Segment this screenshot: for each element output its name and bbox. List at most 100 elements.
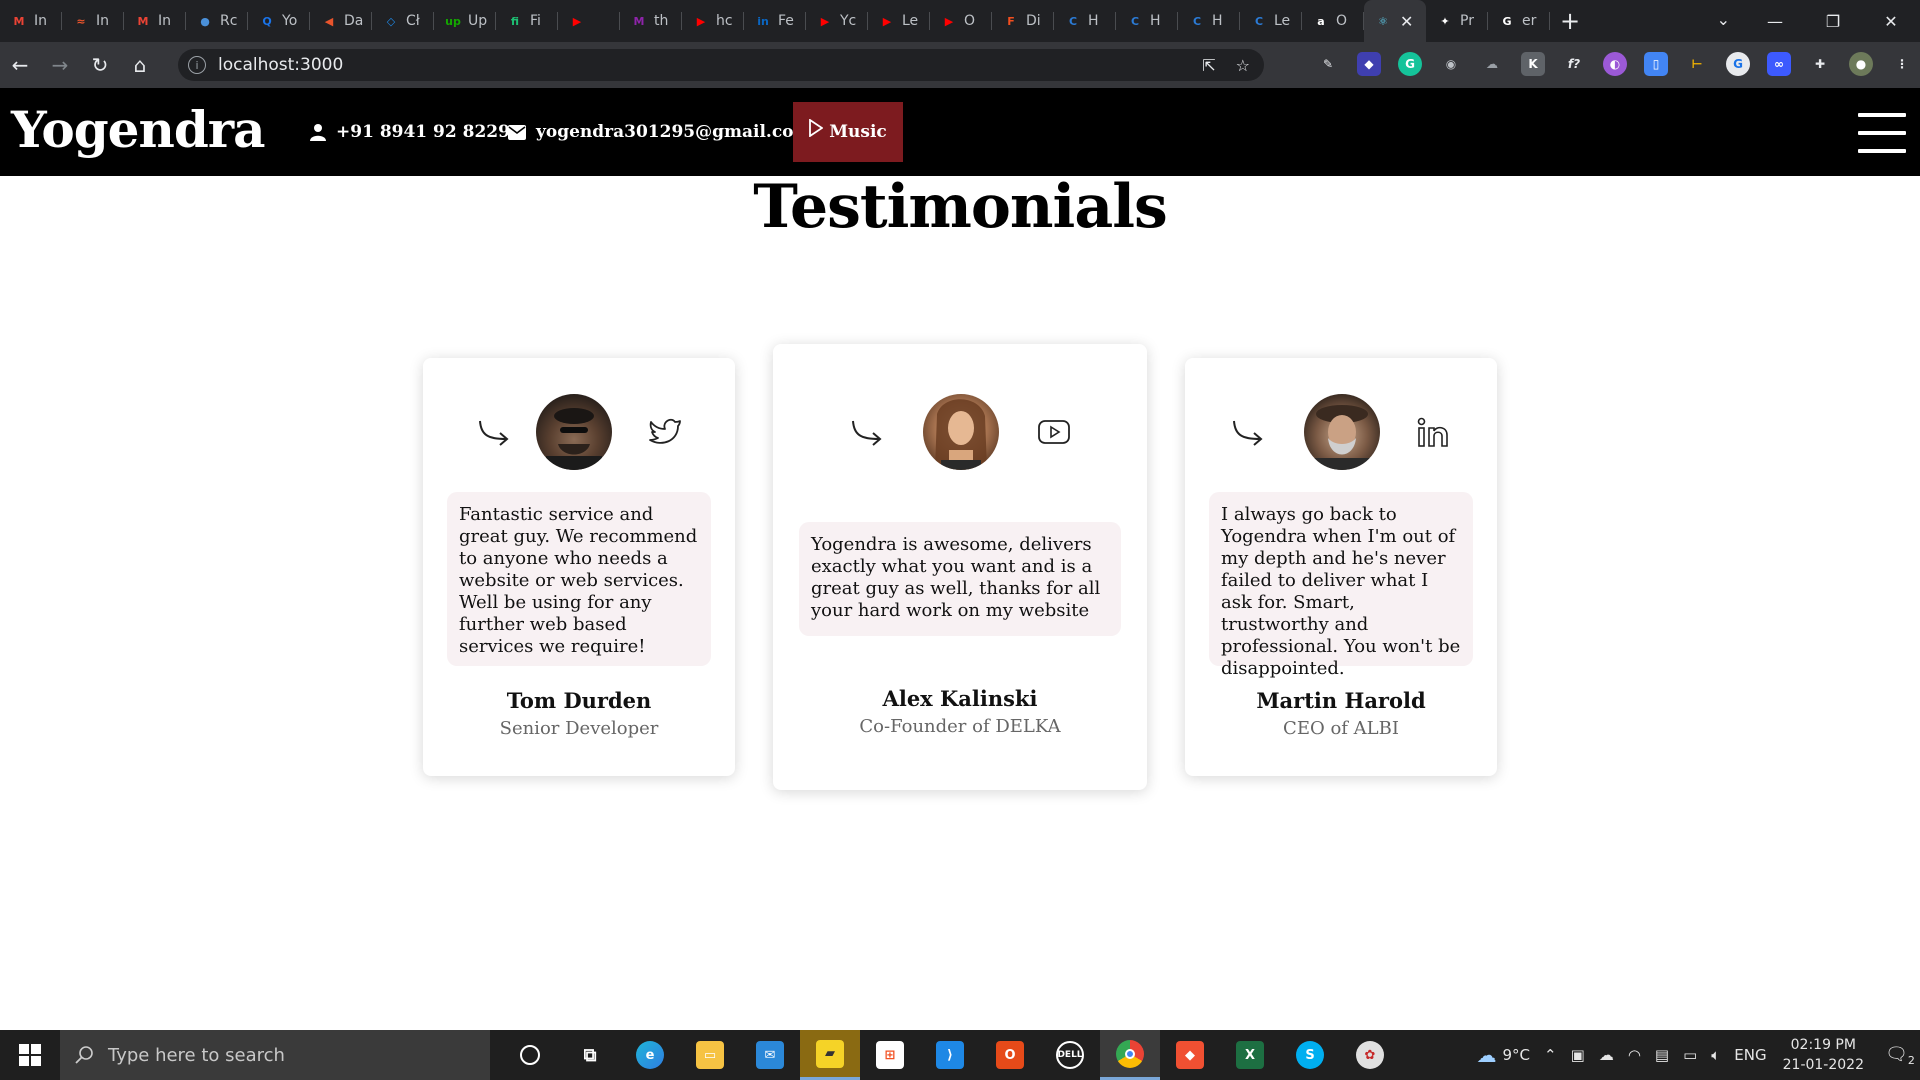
tray-chevron-icon[interactable]: ⌃	[1544, 1046, 1557, 1064]
youtube-icon[interactable]	[1037, 419, 1071, 445]
fx-extension-icon[interactable]: f?	[1562, 52, 1586, 76]
camera-extension-icon[interactable]: ◉	[1439, 52, 1463, 76]
browser-tab[interactable]: M In	[0, 0, 62, 42]
reload-icon[interactable]: ↻	[80, 45, 120, 85]
browser-tab[interactable]: ▶ O	[930, 0, 992, 42]
browser-tab[interactable]: Q Yo	[248, 0, 310, 42]
file-explorer-icon[interactable]: ▭	[680, 1030, 740, 1080]
c-icon: C	[1130, 14, 1140, 28]
display-icon[interactable]: ▤	[1655, 1046, 1669, 1064]
back-icon[interactable]: ←	[0, 45, 40, 85]
home-icon[interactable]: ⌂	[120, 45, 160, 85]
browser-tab[interactable]: Mth	[620, 0, 682, 42]
paint-icon[interactable]: ✿	[1340, 1030, 1400, 1080]
badge-extension-icon[interactable]: ◆	[1357, 52, 1381, 76]
url-text[interactable]: localhost:3000	[218, 55, 343, 75]
testimonial-card: Fantastic service and great guy. We reco…	[423, 358, 735, 776]
browser-tab[interactable]: M In	[124, 0, 186, 42]
reviewer-name: Martin Harold	[1256, 688, 1426, 713]
browser-tab[interactable]: CH	[1054, 0, 1116, 42]
browser-tab[interactable]: ◇ Cł	[372, 0, 434, 42]
tab-title: th	[654, 13, 669, 29]
sticky-notes-icon[interactable]: ▰	[800, 1030, 860, 1080]
task-view-icon[interactable]: ⧉	[560, 1030, 620, 1080]
browser-tab-active[interactable]: ⚛ ✕	[1364, 0, 1426, 42]
music-button[interactable]: Music	[793, 102, 903, 162]
office-icon[interactable]: O	[980, 1030, 1040, 1080]
cloud-extension-icon[interactable]: ☁	[1480, 52, 1504, 76]
browser-tab[interactable]: ≈ In	[62, 0, 124, 42]
cortana-icon[interactable]	[500, 1030, 560, 1080]
tab-title: Le	[902, 13, 919, 29]
new-tab-icon[interactable]: +	[1550, 0, 1590, 42]
meet-icon[interactable]: ▣	[1571, 1046, 1585, 1064]
browser-tab[interactable]: CH	[1116, 0, 1178, 42]
dell-icon[interactable]: DELL	[1040, 1030, 1100, 1080]
bookmark-star-icon[interactable]: ☆	[1236, 56, 1250, 75]
notification-center-icon[interactable]: 🗨︎2	[1880, 1044, 1920, 1067]
browser-tab[interactable]: ▶ Le	[868, 0, 930, 42]
wifi-icon[interactable]: ◠	[1628, 1046, 1641, 1064]
windows-start-icon[interactable]	[0, 1030, 60, 1080]
tab-close-icon[interactable]: ✕	[1400, 12, 1413, 31]
linkedin-icon[interactable]	[1416, 416, 1452, 448]
grammarly-icon[interactable]: G	[1398, 52, 1422, 76]
email-contact[interactable]: yogendra301295@gmail.com	[508, 122, 812, 142]
browser-tab[interactable]: F Di	[992, 0, 1054, 42]
minimize-icon[interactable]: —	[1746, 12, 1804, 31]
k-extension-icon[interactable]: K	[1521, 52, 1545, 76]
restore-icon[interactable]: ❐	[1804, 12, 1862, 31]
card-icons-row	[423, 394, 735, 470]
browser-tab[interactable]: ▶ Yc	[806, 0, 868, 42]
browser-tab[interactable]: aO	[1302, 0, 1364, 42]
excel-icon[interactable]: X	[1220, 1030, 1280, 1080]
vscode-icon[interactable]: ⟩	[920, 1030, 980, 1080]
chrome-icon[interactable]	[1100, 1030, 1160, 1080]
profile-avatar[interactable]: ●	[1849, 52, 1873, 76]
browser-tab[interactable]: ▶ hc	[682, 0, 744, 42]
pen-extension-icon[interactable]: ✎	[1316, 52, 1340, 76]
store-icon[interactable]: ⊞	[860, 1030, 920, 1080]
tool-extension-icon[interactable]: ⊢	[1685, 52, 1709, 76]
extensions-puzzle-icon[interactable]: ✚	[1808, 52, 1832, 76]
site-info-icon[interactable]: i	[188, 56, 206, 74]
skype-icon[interactable]: S	[1280, 1030, 1340, 1080]
browser-tab[interactable]: C Le	[1240, 0, 1302, 42]
docs-extension-icon[interactable]: ▯	[1644, 52, 1668, 76]
tab-title: Fi	[530, 13, 541, 29]
menu-kebab-icon[interactable]: ⋮	[1890, 52, 1914, 76]
address-bar[interactable]: i localhost:3000 ⇱ ☆	[178, 49, 1264, 81]
phone-contact[interactable]: +91 8941 92 8229	[310, 122, 510, 142]
purple-extension-icon[interactable]: ◐	[1603, 52, 1627, 76]
infinity-extension-icon[interactable]: ∞	[1767, 52, 1791, 76]
language-indicator[interactable]: ENG	[1734, 1046, 1766, 1064]
browser-tab[interactable]: ◀ Da	[310, 0, 372, 42]
translate-extension-icon[interactable]: G	[1726, 52, 1750, 76]
twitter-icon[interactable]	[648, 417, 682, 447]
battery-icon[interactable]: ▭	[1683, 1046, 1697, 1064]
clock[interactable]: 02:19 PM 21-01-2022	[1783, 1035, 1864, 1075]
hamburger-menu-icon[interactable]	[1858, 113, 1906, 153]
browser-tab[interactable]: ▶	[558, 0, 620, 42]
tab-search-chevron-icon[interactable]: ⌄	[1717, 10, 1730, 29]
volume-icon[interactable]: 🔈︎	[1711, 1046, 1720, 1064]
forward-icon[interactable]: →	[40, 45, 80, 85]
weather-temp[interactable]: 9°C	[1503, 1046, 1531, 1064]
taskbar-search-input[interactable]: Type here to search	[60, 1030, 490, 1080]
git-icon[interactable]: ◆	[1160, 1030, 1220, 1080]
browser-tab[interactable]: CH	[1178, 0, 1240, 42]
network-error-icon[interactable]: ☁	[1599, 1046, 1614, 1064]
browser-tab[interactable]: up Up	[434, 0, 496, 42]
share-icon[interactable]: ⇱	[1202, 56, 1215, 75]
fiverr-icon: fi	[510, 14, 520, 28]
brand-logo[interactable]: Yogendra	[11, 100, 266, 159]
browser-tab[interactable]: ● Rc	[186, 0, 248, 42]
close-window-icon[interactable]: ✕	[1862, 12, 1920, 31]
browser-tab[interactable]: in Fe	[744, 0, 806, 42]
browser-tab[interactable]: ✦ Pr	[1426, 0, 1488, 42]
browser-tab[interactable]: Ger	[1488, 0, 1550, 42]
edge-icon[interactable]: e	[620, 1030, 680, 1080]
weather-icon[interactable]: ☁	[1477, 1043, 1497, 1067]
browser-tab[interactable]: fi Fi	[496, 0, 558, 42]
mail-app-icon[interactable]: ✉	[740, 1030, 800, 1080]
